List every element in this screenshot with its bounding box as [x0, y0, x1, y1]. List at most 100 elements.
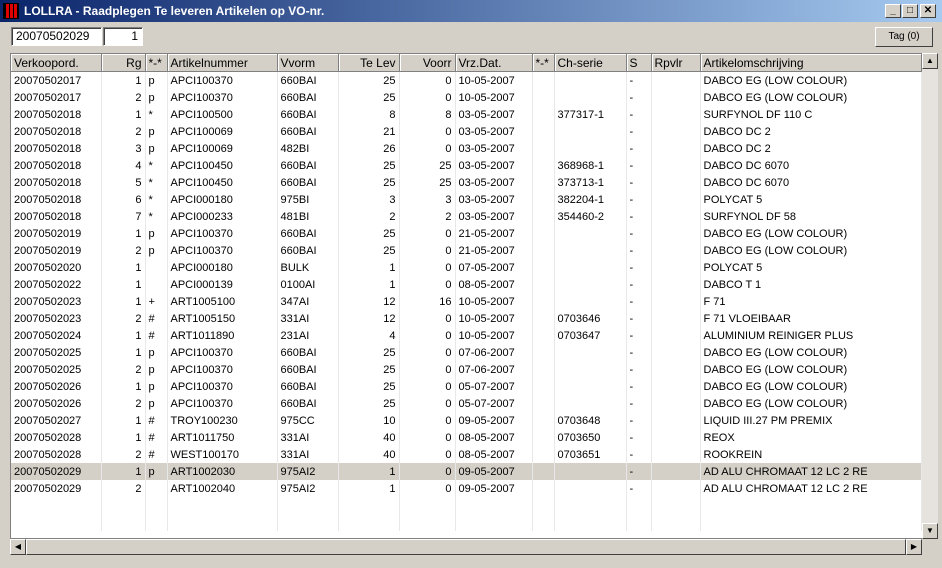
col-charge-serie-cell: [554, 344, 627, 361]
table-row[interactable]: 20070502018 7 * APCI000233 481BI 2 2 03-05-2007…: [11, 208, 922, 225]
col-rpvlr-cell: [651, 463, 701, 480]
col-s-cell: -: [626, 327, 652, 344]
col-voorraad-cell: 0: [399, 395, 456, 412]
empty-cell: [700, 514, 922, 531]
col-vrz-datum-cell: 05-07-2007: [455, 378, 533, 395]
table-row[interactable]: 20070502027 1 # TROY100230 975CC 10 0 09-05-200…: [11, 412, 922, 429]
col-artikelnummer-cell: APCI100069: [167, 140, 278, 157]
col-te-leveren-cell: 25: [338, 225, 400, 242]
col-vrz-datum-cell: 03-05-2007: [455, 174, 533, 191]
scroll-down-button[interactable]: ▼: [922, 523, 938, 539]
col-regel-cell: 1: [101, 412, 146, 429]
col-artikelomschrijving-cell: DABCO EG (LOW COLOUR): [700, 242, 922, 259]
col-te-leveren-cell: 25: [338, 157, 400, 174]
table-row[interactable]: 20070502026 1 p APCI100370 660BAI 25 0 05-07-20…: [11, 378, 922, 395]
table-row[interactable]: 20070502018 6 * APCI000180 975BI 3 3 03-05-2007…: [11, 191, 922, 208]
col-status-cell: *: [145, 174, 168, 191]
table-row[interactable]: 20070502018 1 * APCI100500 660BAI 8 8 03-05-200…: [11, 106, 922, 123]
col-s-cell: -: [626, 174, 652, 191]
col-rpvlr-cell: [651, 106, 701, 123]
table-row[interactable]: 20070502018 3 p APCI100069 482BI 26 0 03-05-200…: [11, 140, 922, 157]
col-artikelomschrijving-cell: DABCO EG (LOW COLOUR): [700, 89, 922, 106]
empty-cell: [554, 514, 627, 531]
col-artikelomschrijving-cell: AD ALU CHROMAAT 12 LC 2 RE: [700, 480, 922, 497]
col-regel-cell: 2: [101, 480, 146, 497]
col-voorraad-cell: 0: [399, 361, 456, 378]
table-row[interactable]: 20070502018 2 p APCI100069 660BAI 21 0 03-05-20…: [11, 123, 922, 140]
app-icon: [3, 3, 19, 19]
table-row[interactable]: 20070502023 2 # ART1005150 331AI 12 0 10-05-200…: [11, 310, 922, 327]
table-row[interactable]: 20070502018 5 * APCI100450 660BAI 25 25 03-05-2…: [11, 174, 922, 191]
empty-cell: [101, 497, 146, 514]
table-row[interactable]: 20070502017 2 p APCI100370 660BAI 25 0 10-05-20…: [11, 89, 922, 106]
order-number-input[interactable]: 20070502029: [11, 27, 102, 46]
table-row[interactable]: 20070502025 1 p APCI100370 660BAI 25 0 07-06-20…: [11, 344, 922, 361]
col-rpvlr-cell: [651, 140, 701, 157]
col-artikelnummer-cell: APCI100500: [167, 106, 278, 123]
minimize-button[interactable]: _: [885, 4, 901, 18]
table-row[interactable]: 20070502024 1 # ART1011890 231AI 4 0 10-05-2007…: [11, 327, 922, 344]
col-status-header[interactable]: *-*: [145, 54, 168, 72]
table-row[interactable]: 20070502022 1 APCI000139 0100AI 1 0 08-05-2007…: [11, 276, 922, 293]
col-verkooporder-cell: 20070502024: [11, 327, 102, 344]
col-status-2-cell: [532, 463, 555, 480]
col-verpakkingsvorm-cell: 660BAI: [277, 174, 339, 191]
close-button[interactable]: ✕: [920, 4, 936, 18]
scroll-up-button[interactable]: ▲: [922, 53, 938, 69]
col-artikelnummer-header[interactable]: Artikelnummer: [167, 54, 278, 72]
table-row[interactable]: 20070502020 1 APCI000180 BULK 1 0 07-05-2007- P…: [11, 259, 922, 276]
horizontal-scroll-thumb[interactable]: [26, 539, 906, 555]
col-voorraad-cell: 0: [399, 259, 456, 276]
col-artikelnummer-cell: APCI000139: [167, 276, 278, 293]
col-vrz-datum-header[interactable]: Vrz.Dat.: [455, 54, 533, 72]
col-charge-serie-header[interactable]: Ch-serie: [554, 54, 627, 72]
horizontal-scrollbar[interactable]: ◀ ▶: [10, 539, 922, 555]
table-row[interactable]: 20070502025 2 p APCI100370 660BAI 25 0 07-06-20…: [11, 361, 922, 378]
col-verkooporder-cell: 20070502017: [11, 89, 102, 106]
scroll-right-button[interactable]: ▶: [906, 539, 922, 555]
empty-row: [11, 497, 922, 514]
col-rpvlr-cell: [651, 327, 701, 344]
col-regel-header[interactable]: Rg: [101, 54, 146, 72]
col-rpvlr-header[interactable]: Rpvlr: [651, 54, 701, 72]
col-regel-cell: 5: [101, 174, 146, 191]
table-row[interactable]: 20070502029 1 p ART1002030 975AI2 1 0 09-05-200…: [11, 463, 922, 480]
col-artikelomschrijving-cell: ROOKREIN: [700, 446, 922, 463]
col-status-2-cell: [532, 71, 555, 89]
col-artikelomschrijving-header[interactable]: Artikelomschrijving: [700, 54, 922, 72]
maximize-button[interactable]: □: [902, 4, 918, 18]
col-s-cell: -: [626, 71, 652, 89]
scroll-left-button[interactable]: ◀: [10, 539, 26, 555]
col-s-header[interactable]: S: [626, 54, 652, 72]
table-row[interactable]: 20070502028 1 # ART1011750 331AI 40 0 08-05-200…: [11, 429, 922, 446]
table-row[interactable]: 20070502023 1 + ART1005100 347AI 12 16 10-05-20…: [11, 293, 922, 310]
col-verkooporder-header[interactable]: Verkoopord.: [11, 54, 102, 72]
col-artikelnummer-cell: WEST100170: [167, 446, 278, 463]
col-vrz-datum-cell: 03-05-2007: [455, 157, 533, 174]
table-row[interactable]: 20070502029 2 ART1002040 975AI2 1 0 09-05-2007…: [11, 480, 922, 497]
col-voorraad-header[interactable]: Voorr: [399, 54, 456, 72]
col-artikelomschrijving-cell: ALUMINIUM REINIGER PLUS: [700, 327, 922, 344]
col-s-cell: -: [626, 123, 652, 140]
table-row[interactable]: 20070502017 1 p APCI100370 660BAI 25 0 10-05-20…: [11, 71, 922, 89]
table-row[interactable]: 20070502028 2 # WEST100170 331AI 40 0 08-05-200…: [11, 446, 922, 463]
table-row[interactable]: 20070502019 1 p APCI100370 660BAI 25 0 21-05-20…: [11, 225, 922, 242]
table-row[interactable]: 20070502018 4 * APCI100450 660BAI 25 25 03-05-2…: [11, 157, 922, 174]
table-row[interactable]: 20070502019 2 p APCI100370 660BAI 25 0 21-05-20…: [11, 242, 922, 259]
table-row[interactable]: 20070502026 2 p APCI100370 660BAI 25 0 05-07-20…: [11, 395, 922, 412]
col-te-leveren-cell: 25: [338, 378, 400, 395]
col-artikelnummer-cell: ART1002030: [167, 463, 278, 480]
col-artikelomschrijving-cell: DABCO EG (LOW COLOUR): [700, 344, 922, 361]
col-verpakkingsvorm-cell: 660BAI: [277, 106, 339, 123]
col-te-leveren-header[interactable]: Te Lev: [338, 54, 400, 72]
col-regel-cell: 3: [101, 140, 146, 157]
col-charge-serie-cell: 0703650: [554, 429, 627, 446]
vertical-scrollbar[interactable]: ▲ ▼: [922, 53, 938, 539]
col-status-2-header[interactable]: *-*: [532, 54, 555, 72]
col-status-cell: p: [145, 89, 168, 106]
row-number-input[interactable]: 1: [103, 27, 143, 46]
col-te-leveren-cell: 2: [338, 208, 400, 225]
col-verpakkingsvorm-header[interactable]: Vvorm: [277, 54, 339, 72]
tag-button[interactable]: Tag (0): [875, 27, 933, 47]
col-artikelnummer-cell: ART1011890: [167, 327, 278, 344]
